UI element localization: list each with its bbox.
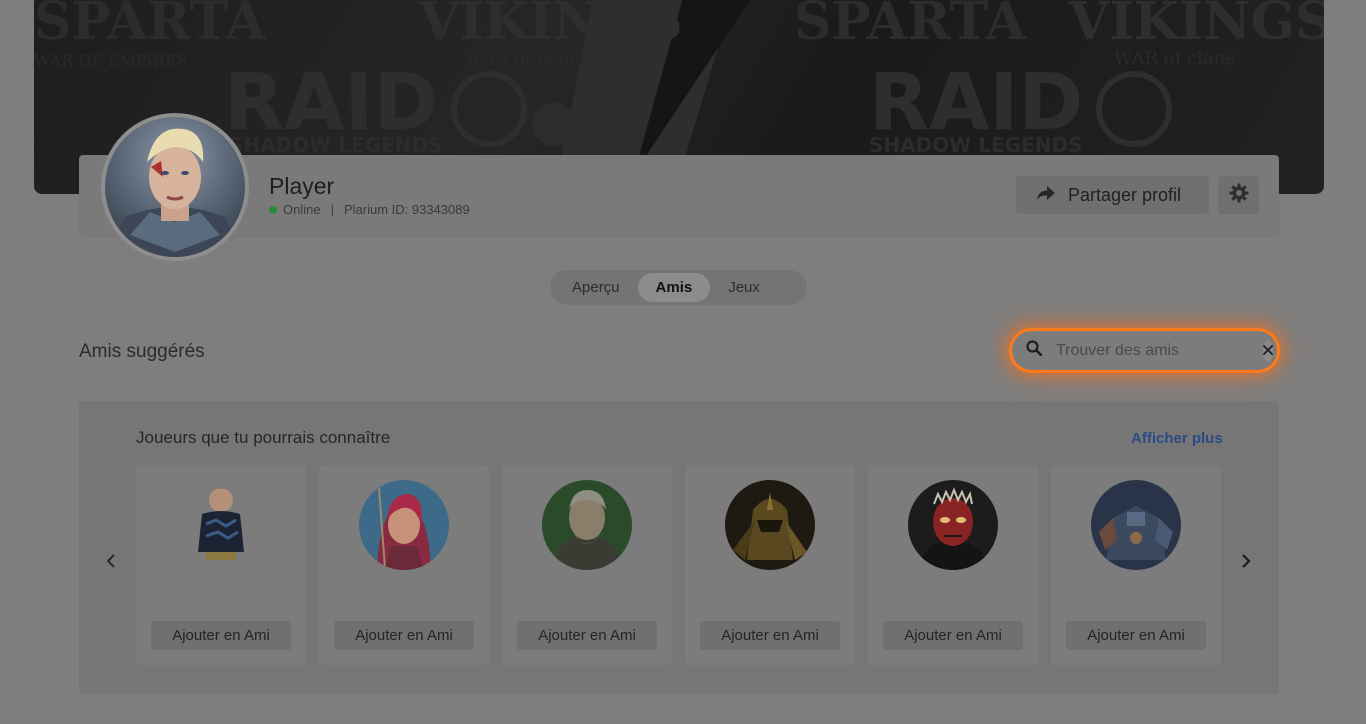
pink-hair-warrior-avatar[interactable] — [359, 480, 449, 570]
chevron-left-icon — [106, 553, 116, 574]
clear-search-button[interactable] — [1263, 339, 1273, 362]
add-friend-button[interactable]: Ajouter en Ami — [1066, 621, 1206, 650]
profile-avatar[interactable] — [101, 113, 249, 261]
add-friend-button[interactable]: Ajouter en Ami — [700, 621, 840, 650]
settings-button[interactable] — [1218, 176, 1259, 214]
tab-jeux[interactable]: Jeux — [710, 273, 778, 302]
add-friend-button[interactable]: Ajouter en Ami — [517, 621, 657, 650]
gear-icon — [1229, 183, 1249, 208]
player-name: Player — [269, 173, 335, 199]
online-status-icon — [269, 205, 277, 214]
banner-text: VIKINGS — [418, 0, 683, 52]
banner-text: SPARTA — [794, 0, 1026, 52]
tab-amis[interactable]: Amis — [637, 273, 711, 302]
player-meta: Online | Plarium ID: 93343089 — [269, 202, 470, 217]
plarium-id: Plarium ID: 93343089 — [343, 202, 470, 217]
banner-text: SHADOW LEGENDS — [869, 133, 1082, 157]
suggestion-cards: Ajouter en Ami Ajouter en Ami Ajouter en… — [136, 465, 1221, 665]
suggestion-card: Ajouter en Ami — [319, 465, 489, 665]
add-friend-button[interactable]: Ajouter en Ami — [151, 621, 291, 650]
suggestion-card: Ajouter en Ami — [868, 465, 1038, 665]
share-profile-label: Partager profil — [1068, 184, 1182, 205]
online-status-text: Online — [283, 202, 321, 217]
share-arrow-icon — [1036, 185, 1056, 206]
search-input[interactable] — [1056, 341, 1263, 360]
chevron-right-icon — [1241, 553, 1251, 574]
banner-text: SPARTA — [34, 0, 266, 52]
banner-text: WAR OF EMPIRES — [34, 51, 187, 70]
close-icon — [1263, 342, 1273, 360]
armored-mech-avatar[interactable] — [1091, 480, 1181, 570]
add-friend-button[interactable]: Ajouter en Ami — [883, 621, 1023, 650]
banner-text: WAR of clans — [464, 48, 585, 69]
red-demon-avatar[interactable] — [908, 480, 998, 570]
show-more-link[interactable]: Afficher plus — [1131, 430, 1223, 447]
suggestion-card: Ajouter en Ami — [685, 465, 855, 665]
child-sweater-avatar[interactable] — [176, 480, 266, 570]
banner-text: VIKINGS — [1068, 0, 1324, 52]
tab-apercu[interactable]: Aperçu — [554, 273, 638, 302]
suggestion-card: Ajouter en Ami — [1051, 465, 1221, 665]
share-profile-button[interactable]: Partager profil — [1016, 176, 1209, 214]
old-bearded-man-avatar[interactable] — [542, 480, 632, 570]
banner-text: WAR of clans — [1114, 48, 1235, 69]
carousel-next-button[interactable] — [1232, 549, 1260, 577]
suggestions-title: Joueurs que tu pourrais connaître — [136, 428, 391, 447]
friend-search — [1012, 331, 1277, 370]
suggestion-card: Ajouter en Ami — [502, 465, 672, 665]
banner-text: SHADOW LEGENDS — [229, 133, 442, 157]
profile-tabs: Aperçu Amis Jeux — [550, 270, 807, 305]
gold-helmet-knight-avatar[interactable] — [725, 480, 815, 570]
carousel-prev-button[interactable] — [97, 549, 125, 577]
search-icon — [1026, 340, 1043, 361]
section-title: Amis suggérés — [79, 341, 205, 362]
add-friend-button[interactable]: Ajouter en Ami — [334, 621, 474, 650]
avatar-portrait — [105, 128, 245, 257]
meta-separator: | — [330, 202, 334, 217]
suggestion-card: Ajouter en Ami — [136, 465, 306, 665]
